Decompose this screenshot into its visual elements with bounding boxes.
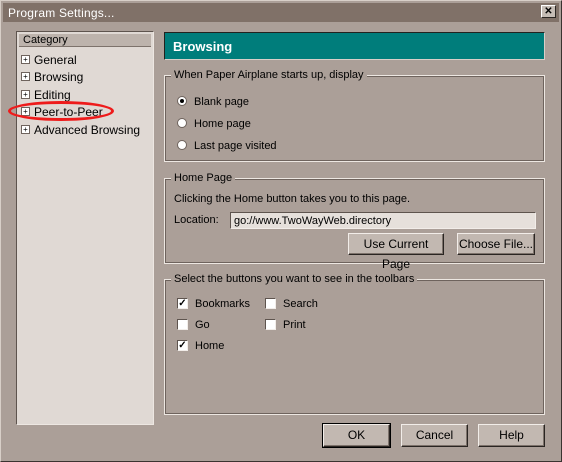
checkbox[interactable] — [177, 318, 188, 330]
tree-item-advanced-browsing[interactable]: + Advanced Browsing — [21, 122, 140, 138]
tree-item-label: Advanced Browsing — [34, 123, 141, 137]
use-current-page-button[interactable]: Use Current Page — [348, 233, 444, 271]
radio-label: Blank page — [194, 96, 250, 108]
panel-title: Browsing — [173, 39, 233, 54]
checkbox-label: Home — [195, 340, 225, 352]
checkbox-label: Go — [195, 319, 210, 331]
checkbox[interactable] — [265, 318, 276, 330]
close-button[interactable]: ✕ — [541, 5, 556, 18]
cancel-button[interactable]: Cancel — [401, 424, 468, 447]
tree-item-label: Browsing — [34, 70, 84, 84]
toolbar-buttons-group: Select the buttons you want to see in th… — [164, 273, 545, 415]
panel-header: Browsing — [164, 32, 545, 60]
checkbox[interactable] — [265, 297, 276, 309]
category-header: Category — [19, 34, 151, 47]
checkbox-label: Search — [283, 298, 318, 310]
ok-button[interactable]: OK — [322, 423, 391, 448]
checkbox-home[interactable]: ✓ Home — [177, 338, 224, 354]
category-tree: Category + General + Browsing + Editing + Pe… — [16, 31, 154, 425]
checkbox-go[interactable]: Go — [177, 317, 210, 333]
checkbox-print[interactable]: Print — [265, 317, 306, 333]
radio-last-page-visited[interactable]: Last page visited — [177, 138, 277, 154]
program-settings-dialog: Program Settings... ✕ Category + General … — [0, 0, 562, 462]
checkbox-label: Bookmarks — [195, 298, 251, 310]
radio-home-page[interactable]: Home page — [177, 116, 251, 132]
radio-button[interactable] — [177, 96, 187, 107]
expand-icon[interactable]: + — [21, 72, 30, 82]
help-button[interactable]: Help — [478, 424, 545, 447]
expand-icon[interactable]: + — [21, 55, 30, 65]
expand-icon[interactable]: + — [21, 90, 30, 100]
startup-group: When Paper Airplane starts up, display B… — [164, 69, 545, 162]
location-label: Location: — [174, 214, 219, 226]
location-input[interactable] — [230, 212, 536, 229]
radio-blank-page[interactable]: Blank page — [177, 94, 249, 110]
highlight-ellipse — [8, 101, 114, 121]
tree-item-label: General — [34, 53, 77, 67]
checkbox-bookmarks[interactable]: ✓ Bookmarks — [177, 296, 250, 312]
home-page-description: Clicking the Home button takes you to th… — [174, 193, 411, 205]
home-page-legend: Home Page — [171, 172, 236, 184]
checkbox[interactable]: ✓ — [177, 297, 188, 309]
toolbars-legend: Select the buttons you want to see in th… — [171, 273, 418, 285]
window-title: Program Settings... — [8, 6, 115, 20]
close-icon: ✕ — [544, 6, 553, 17]
radio-label: Home page — [194, 118, 251, 130]
checkbox-search[interactable]: Search — [265, 296, 318, 312]
checkbox-label: Print — [283, 319, 306, 331]
startup-legend: When Paper Airplane starts up, display — [171, 69, 367, 81]
tree-item-label: Editing — [34, 88, 71, 102]
radio-button[interactable] — [177, 118, 187, 129]
choose-file-button[interactable]: Choose File... — [457, 233, 535, 255]
title-bar[interactable]: Program Settings... ✕ — [3, 3, 559, 22]
expand-icon[interactable]: + — [21, 125, 30, 135]
tree-item-general[interactable]: + General — [21, 52, 77, 68]
radio-label: Last page visited — [194, 140, 277, 152]
tree-item-browsing[interactable]: + Browsing — [21, 69, 83, 85]
radio-button[interactable] — [177, 140, 187, 151]
checkbox[interactable]: ✓ — [177, 339, 188, 351]
